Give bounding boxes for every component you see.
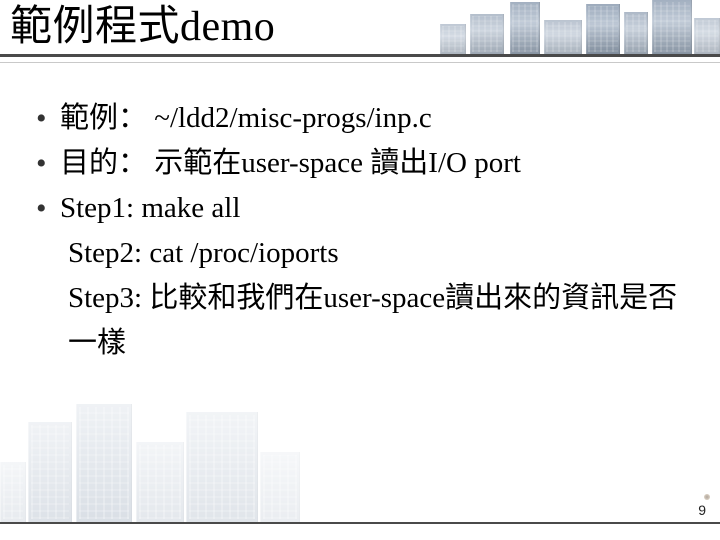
title-rule-dark xyxy=(0,54,720,57)
bullet-steps: Step1: make all xyxy=(32,186,688,231)
footer-skyline-graphic xyxy=(0,402,300,522)
bullet-purpose-text: 目的： 示範在user-space 讀出I/O port xyxy=(60,147,521,179)
slide-title: 範例程式demo xyxy=(10,4,275,50)
slide: 範例程式demo 範例： ~/ldd2/misc-progs/inp.c 目的：… xyxy=(0,0,720,540)
bullet-example-text: 範例： ~/ldd2/misc-progs/inp.c xyxy=(60,102,432,134)
bullet-step2-text: Step2: cat /proc/ioports xyxy=(40,231,688,276)
bullet-purpose: 目的： 示範在user-space 讀出I/O port xyxy=(32,141,688,186)
bullet-step3-text: Step3: 比較和我們在user-space讀出來的資訊是否一樣 xyxy=(40,276,688,366)
header-skyline-graphic xyxy=(440,0,720,54)
bullet-example: 範例： ~/ldd2/misc-progs/inp.c xyxy=(32,96,688,141)
title-rule-light xyxy=(0,62,720,63)
slide-body: 範例： ~/ldd2/misc-progs/inp.c 目的： 示範在user-… xyxy=(32,96,688,366)
page-number: 9 xyxy=(698,502,706,518)
bullet-step1-text: Step1: make all xyxy=(60,192,240,224)
footer-decorative-dot xyxy=(704,494,710,500)
title-area: 範例程式demo xyxy=(0,0,720,72)
footer-rule xyxy=(0,522,720,524)
